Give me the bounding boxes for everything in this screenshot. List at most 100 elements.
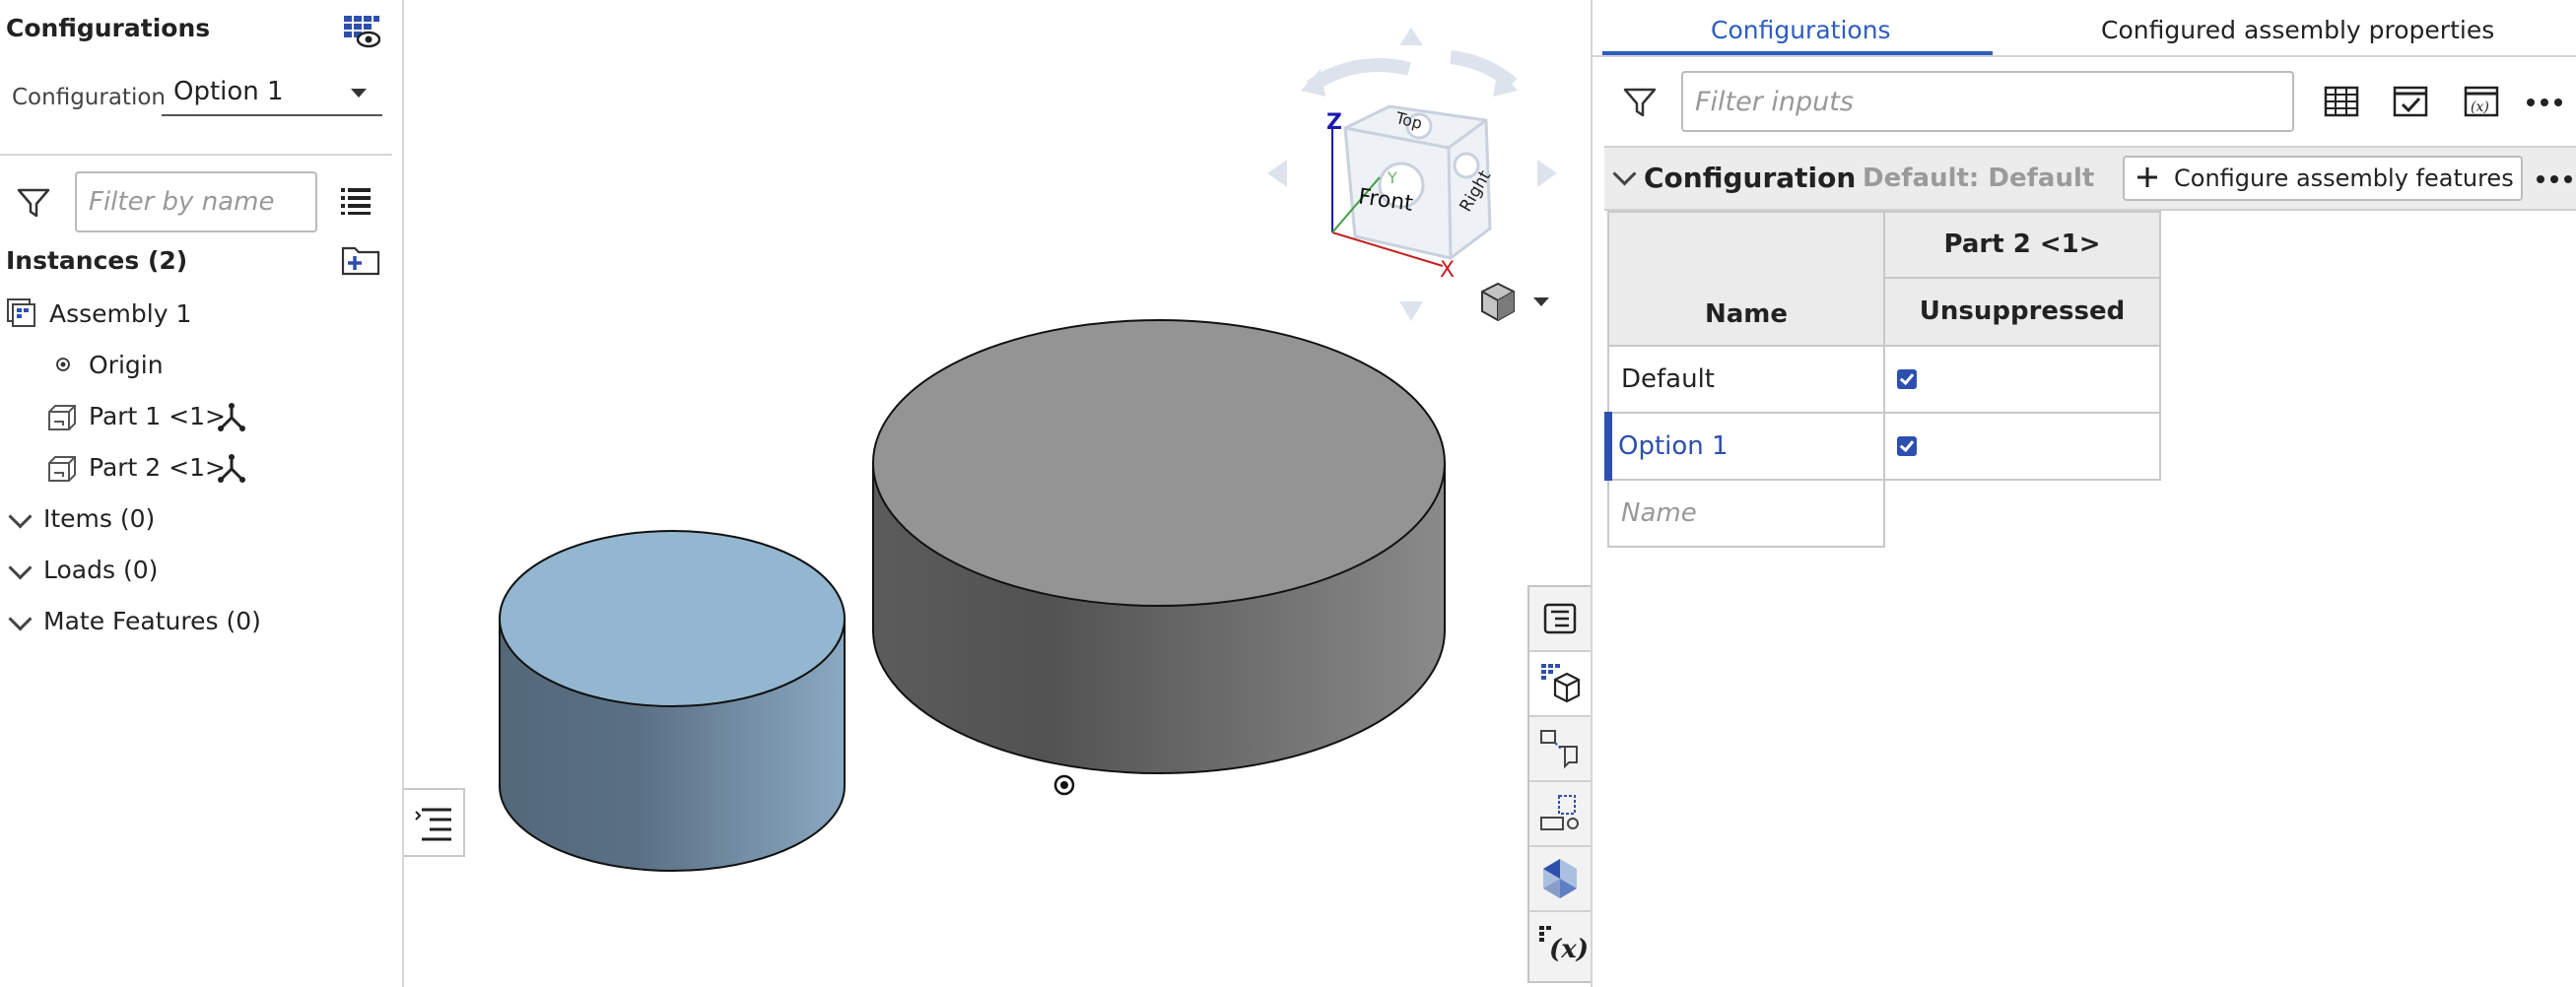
variable-table-icon: (x) — [1539, 926, 1589, 964]
tree-item-part-2[interactable]: Part 2 <1> — [45, 449, 380, 489]
filter-placeholder: Filter by name — [89, 187, 275, 217]
list-panel-icon — [1543, 603, 1577, 634]
filter-inputs-placeholder: Filter inputs — [1695, 87, 1854, 117]
part-1-body[interactable] — [499, 530, 846, 872]
tab-configurations[interactable]: Configurations — [1711, 16, 1891, 44]
connector-tool[interactable] — [1529, 782, 1591, 847]
divider — [0, 154, 392, 156]
row-name: Default — [1621, 364, 1715, 394]
panel-tool-column: (x) — [1527, 585, 1593, 983]
list-indent-icon — [415, 808, 451, 841]
part-2-body[interactable] — [872, 319, 1446, 774]
mate-connector-panel-icon — [1540, 795, 1579, 830]
chevron-down-icon — [8, 556, 33, 580]
caret-down-icon — [351, 89, 367, 98]
model-canvas: Z X Y Top Front Right — [499, 28, 1557, 872]
section-items[interactable]: Items (0) — [0, 500, 374, 540]
mate-connector-icon — [215, 453, 248, 485]
section-label: Loads (0) — [43, 556, 159, 584]
unsuppressed-column-header: Unsuppressed — [1883, 276, 2161, 348]
svg-text:(x): (x) — [1549, 935, 1589, 964]
part-icon — [45, 400, 79, 433]
configure-button-label: Configure assembly features — [2174, 164, 2514, 192]
assembly-icon — [6, 297, 39, 331]
mate-tool[interactable] — [1529, 717, 1591, 782]
chevron-down-icon — [8, 504, 33, 529]
panel-title: Configurations — [6, 14, 211, 42]
configuration-panel: Configurations Configured assembly prope… — [1591, 0, 2576, 987]
tab-configured-assembly-properties[interactable]: Configured assembly properties — [2101, 16, 2494, 44]
variables-tool[interactable]: (x) — [1529, 912, 1591, 975]
appearance-icon — [1543, 859, 1577, 898]
configuration-select[interactable]: Option 1 — [162, 71, 382, 116]
section-mate-features[interactable]: Mate Features (0) — [0, 603, 374, 642]
row-state-cell — [1883, 345, 2161, 414]
instance-list-tool[interactable] — [1529, 587, 1591, 652]
origin-marker-icon — [1053, 774, 1075, 796]
more-icon[interactable] — [2525, 95, 2564, 108]
unsuppressed-checkbox[interactable] — [1897, 369, 1917, 389]
appearance-tool[interactable] — [1529, 847, 1591, 912]
view-cube-icon[interactable] — [1267, 28, 1557, 321]
render-mode-icon[interactable] — [1481, 282, 1549, 322]
instance-list-panel: Configurations Configuration Option 1 Fi… — [0, 0, 404, 987]
row-state-cell — [1883, 412, 2161, 481]
tree-item-label: Part 1 <1> — [89, 402, 226, 430]
configurations-panel-icon — [1541, 664, 1581, 703]
new-row-placeholder: Name — [1621, 498, 1697, 528]
section-label: Mate Features (0) — [43, 607, 261, 635]
configurations-tool[interactable] — [1529, 652, 1591, 717]
configuration-table: Name Part 2 <1> Unsuppressed Default Opt… — [1604, 211, 2161, 548]
checklist-icon[interactable] — [2393, 85, 2428, 118]
origin-icon — [55, 357, 71, 372]
filter-by-name-input[interactable]: Filter by name — [75, 171, 317, 232]
tree-item-origin[interactable]: Origin — [49, 347, 345, 386]
chevron-down-icon — [8, 607, 33, 631]
configuration-title: Configuration — [1644, 162, 1857, 194]
svg-text:(x): (x) — [2471, 99, 2489, 115]
more-icon[interactable] — [2535, 171, 2574, 185]
name-column-label: Name — [1704, 299, 1789, 329]
filter-icon[interactable] — [1622, 85, 1658, 120]
section-loads[interactable]: Loads (0) — [0, 552, 374, 591]
feature-list-toggle-button[interactable] — [404, 788, 465, 857]
tree-item-label: Assembly 1 — [49, 299, 192, 328]
new-row-name-cell[interactable]: Name — [1607, 479, 1885, 548]
plus-icon — [2137, 167, 2157, 187]
table-icon[interactable] — [2324, 85, 2359, 118]
row-name-cell[interactable]: Default — [1607, 345, 1885, 414]
chevron-down-icon[interactable] — [1612, 162, 1637, 186]
table-row[interactable]: Default — [1607, 345, 2161, 414]
axis-y-label: Y — [1387, 168, 1397, 187]
configuration-value: Option 1 — [173, 77, 284, 106]
unsuppressed-checkbox[interactable] — [1897, 436, 1917, 456]
configuration-label: Configuration — [12, 85, 166, 110]
tree-item-part-1[interactable]: Part 1 <1> — [45, 398, 380, 437]
filter-icon[interactable] — [16, 185, 51, 221]
configuration-default: Default: Default — [1863, 164, 2095, 193]
part-2-column-header: Part 2 <1> — [1883, 211, 2161, 279]
axis-z-label: Z — [1326, 110, 1342, 135]
part-icon — [45, 451, 79, 485]
instances-header: Instances (2) — [6, 246, 188, 275]
empty-cell — [1884, 480, 2160, 547]
graphics-viewport[interactable]: Z X Y Top Front Right (x) — [404, 0, 1593, 987]
new-row[interactable]: Name — [1607, 479, 2160, 548]
name-column-header: Name — [1607, 211, 1885, 347]
variable-icon[interactable]: (x) — [2464, 85, 2499, 118]
configuration-header: Configuration Default: Default Configure… — [1604, 146, 2576, 211]
configurations-table-icon[interactable] — [343, 14, 381, 49]
section-label: Items (0) — [43, 504, 156, 533]
tree-item-label: Part 2 <1> — [89, 453, 226, 482]
list-icon[interactable] — [339, 185, 373, 217]
tab-divider — [1593, 55, 2576, 57]
configure-assembly-features-button[interactable]: Configure assembly features — [2123, 156, 2523, 201]
mate-connector-icon — [215, 402, 248, 433]
filter-inputs-input[interactable]: Filter inputs — [1681, 71, 2294, 132]
table-row-active[interactable]: Option 1 — [1604, 412, 2161, 481]
row-name-cell[interactable]: Option 1 — [1604, 412, 1885, 481]
replicate-icon — [1540, 730, 1578, 769]
tree-item-assembly[interactable]: Assembly 1 — [6, 296, 380, 335]
part-2-column-label: Part 2 <1> — [1943, 230, 2101, 260]
new-folder-icon[interactable] — [341, 244, 380, 276]
